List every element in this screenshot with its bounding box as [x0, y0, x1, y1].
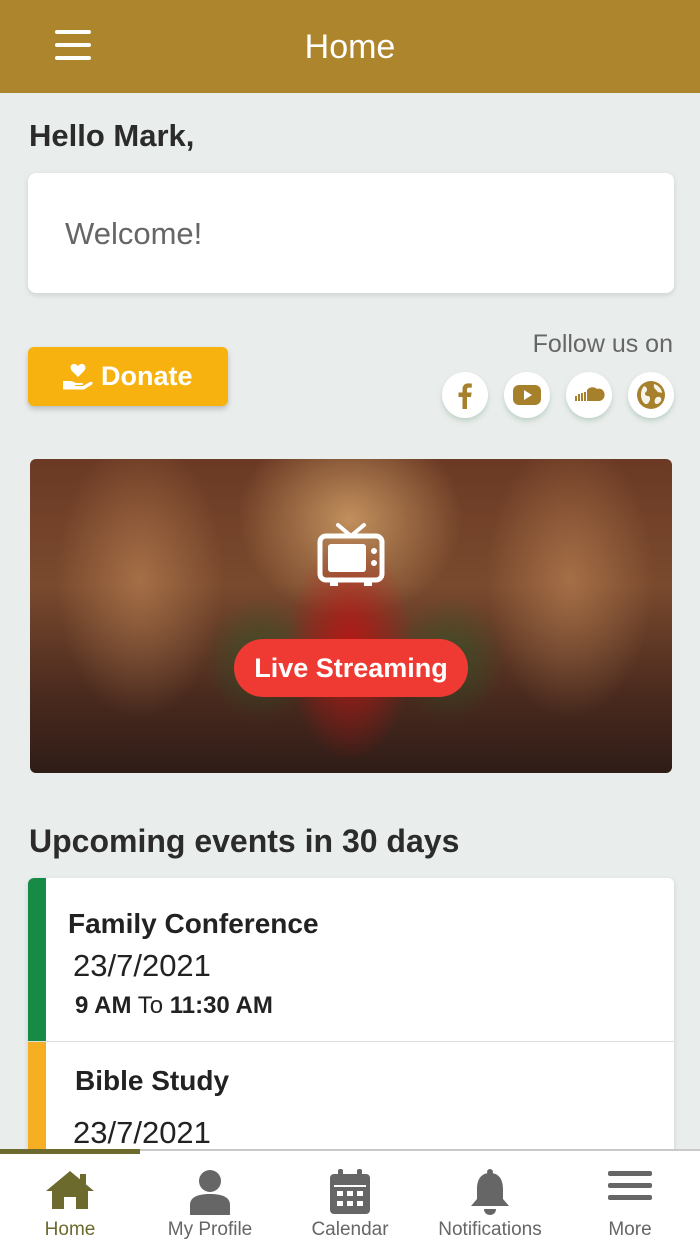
calendar-icon: [330, 1169, 370, 1214]
youtube-icon: [513, 385, 541, 405]
nav-notifications[interactable]: Notifications: [420, 1151, 560, 1246]
greeting-text: Hello Mark,: [29, 118, 195, 153]
tv-icon: [316, 521, 386, 594]
nav-calendar[interactable]: Calendar: [280, 1151, 420, 1246]
nav-home-label: Home: [44, 1219, 96, 1240]
event-date: 23/7/2021: [73, 948, 211, 983]
nav-calendar-label: Calendar: [311, 1219, 389, 1240]
event-end-time: 11:30 AM: [169, 992, 273, 1019]
nav-more-label: More: [608, 1219, 652, 1240]
welcome-card: Welcome!: [28, 173, 674, 293]
facebook-button[interactable]: [442, 372, 488, 418]
event-item[interactable]: Bible Study 23/7/2021: [28, 1042, 674, 1158]
event-name: Family Conference: [68, 908, 319, 939]
home-icon: [46, 1171, 94, 1209]
nav-home[interactable]: Home: [0, 1151, 140, 1246]
events-section-title: Upcoming events in 30 days: [29, 823, 460, 859]
more-menu-icon: [608, 1171, 652, 1200]
welcome-message: Welcome!: [65, 216, 203, 251]
nav-my-profile[interactable]: My Profile: [140, 1151, 280, 1246]
event-date: 23/7/2021: [73, 1115, 211, 1150]
nav-more[interactable]: More: [560, 1151, 700, 1246]
bell-icon: [471, 1169, 509, 1215]
globe-icon: [637, 381, 665, 409]
page-title: Home: [304, 28, 396, 66]
bottom-navigation: Home My Profile Calendar Notifications M…: [0, 1149, 700, 1246]
event-item[interactable]: Family Conference 23/7/2021 9 AM To 11:3…: [28, 878, 674, 1042]
event-start-time: 9 AM: [75, 992, 132, 1019]
donate-label: Donate: [101, 361, 193, 391]
soundcloud-icon: [575, 387, 605, 401]
website-button[interactable]: [628, 372, 674, 418]
event-time-separator: To: [137, 992, 164, 1019]
live-streaming-card[interactable]: Live Streaming: [30, 459, 672, 773]
events-list: Family Conference 23/7/2021 9 AM To 11:3…: [28, 878, 674, 1158]
follow-us-label: Follow us on: [532, 330, 673, 358]
nav-my-profile-label: My Profile: [167, 1219, 253, 1240]
live-streaming-button[interactable]: Live Streaming: [234, 639, 468, 697]
heart-hand-icon: [61, 359, 95, 396]
event-color-bar: [28, 878, 46, 1041]
facebook-icon: [458, 383, 472, 409]
person-icon: [190, 1170, 230, 1215]
donate-button[interactable]: Donate: [28, 347, 228, 406]
nav-notifications-label: Notifications: [438, 1219, 542, 1240]
top-app-bar: Home: [0, 0, 700, 93]
event-color-bar: [28, 1042, 46, 1158]
event-name: Bible Study: [75, 1065, 230, 1096]
youtube-button[interactable]: [504, 372, 550, 418]
event-time: 9 AM To 11:30 AM: [75, 992, 273, 1020]
soundcloud-button[interactable]: [566, 372, 612, 418]
